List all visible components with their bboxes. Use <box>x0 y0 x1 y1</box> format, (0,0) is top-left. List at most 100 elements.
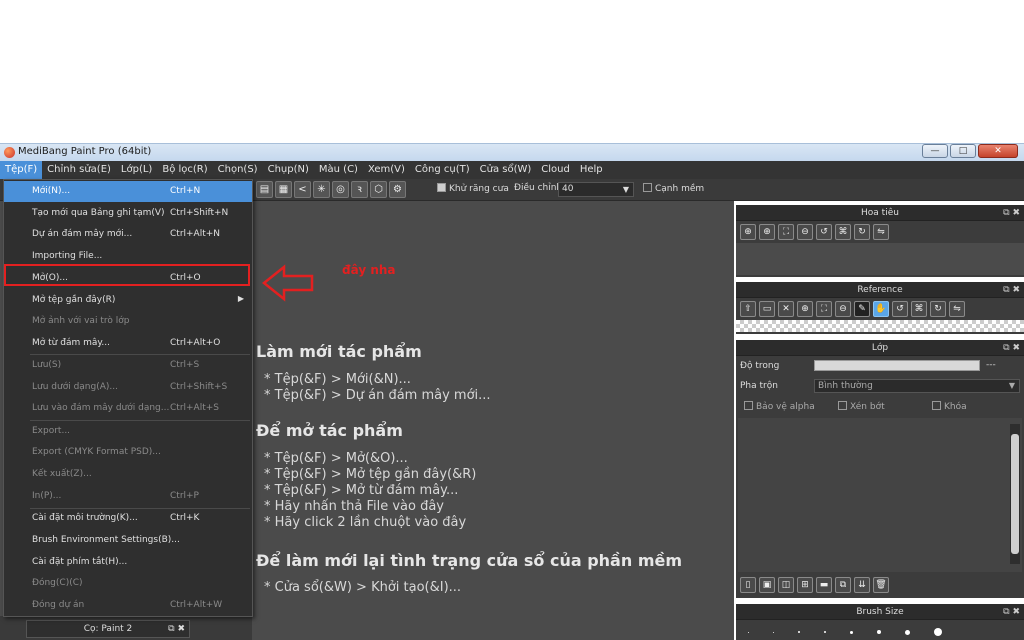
brush-size-option[interactable] <box>798 631 800 633</box>
panel-float-close-icon[interactable]: ⧉ ✖ <box>1003 604 1020 620</box>
help-new-section: Làm mới tác phẩm <box>256 342 422 371</box>
blend-mode-dropdown[interactable]: Bình thường ▼ <box>814 379 1020 393</box>
minimize-button[interactable]: — <box>922 144 948 158</box>
menu-file[interactable]: Tệp(F) <box>0 161 43 179</box>
menu-item-preferences[interactable]: Cài đặt môi trường(K)... Ctrl+K <box>4 508 252 529</box>
zoom-in-icon[interactable]: ⊕ <box>759 224 775 240</box>
new-halftone-layer-icon[interactable]: ▣ <box>759 577 775 593</box>
menu-item-close-project[interactable]: Đóng dự án Ctrl+Alt+W <box>4 595 252 616</box>
add-layer-menu-icon[interactable]: ⊞ <box>797 577 813 593</box>
duplicate-layer-icon[interactable]: ⧉ <box>835 577 851 593</box>
settings-icon[interactable]: ⚙ <box>389 181 406 198</box>
menu-item-new-cloud-project[interactable]: Dự án đám mây mới... Ctrl+Alt+N <box>4 224 252 245</box>
panel-float-close-icon[interactable]: ⧉ ✖ <box>1003 282 1020 298</box>
lock-checkbox[interactable]: Khóa <box>932 401 967 412</box>
menu-item-open-from-cloud[interactable]: Mở từ đám mây... Ctrl+Alt+O <box>4 333 252 354</box>
eyedropper-icon[interactable]: ✎ <box>854 301 870 317</box>
concentric-ruler-icon[interactable]: ◎ <box>332 181 349 198</box>
menu-tools[interactable]: Công cụ(T) <box>410 161 475 179</box>
menu-item-label: Dự án đám mây mới... <box>32 229 133 239</box>
menu-item-export[interactable]: Export... <box>4 421 252 442</box>
merge-layer-icon[interactable]: ⇊ <box>854 577 870 593</box>
rotate-left-icon[interactable]: ↺ <box>892 301 908 317</box>
zoom-in-icon[interactable]: ⊕ <box>740 224 756 240</box>
flip-icon[interactable]: ⇋ <box>949 301 965 317</box>
flip-icon[interactable]: ⇋ <box>873 224 889 240</box>
menu-item-new-from-clipboard[interactable]: Tạo mới qua Bảng ghi tạm(V) Ctrl+Shift+N <box>4 203 252 224</box>
menu-item-export-cmyk[interactable]: Export (CMYK Format PSD)... <box>4 442 252 463</box>
hatch-pattern-icon[interactable]: ▤ <box>256 181 273 198</box>
rotate-left-icon[interactable]: ↺ <box>816 224 832 240</box>
adjust-dropdown[interactable]: 40 ▼ <box>558 182 634 197</box>
fit-screen-icon[interactable]: ⛶ <box>816 301 832 317</box>
panel-float-close-icon[interactable]: ⧉ ✖ <box>168 621 185 637</box>
brush-size-option[interactable] <box>877 630 881 634</box>
menu-filter[interactable]: Bộ lọc(R) <box>157 161 212 179</box>
upload-icon[interactable]: ⇧ <box>740 301 756 317</box>
radial-ruler-icon[interactable]: ✳ <box>313 181 330 198</box>
opacity-slider[interactable] <box>814 360 980 371</box>
menu-item-shortcut-settings[interactable]: Cài đặt phím tắt(H)... <box>4 552 252 573</box>
menu-item-render[interactable]: Kết xuất(Z)... <box>4 464 252 485</box>
new-1bit-layer-icon[interactable]: ◫ <box>778 577 794 593</box>
menu-item-new[interactable]: Mới(N)... Ctrl+N <box>4 181 252 202</box>
close-icon[interactable]: ✕ <box>778 301 794 317</box>
opacity-label: Độ trong <box>740 361 780 371</box>
menu-item-save[interactable]: Lưu(S) Ctrl+S <box>4 355 252 376</box>
menu-item-open-as-layer[interactable]: Mở ảnh với vai trò lớp <box>4 311 252 332</box>
curve-ruler-icon[interactable]: ꝛ <box>351 181 368 198</box>
close-button[interactable]: ✕ <box>978 144 1018 158</box>
angle-ruler-icon[interactable]: < <box>294 181 311 198</box>
brush-size-option[interactable] <box>824 631 826 633</box>
reset-rotation-icon[interactable]: ⌘ <box>835 224 851 240</box>
menu-item-print[interactable]: In(P)... Ctrl+P <box>4 486 252 507</box>
brush-size-option[interactable] <box>934 628 942 636</box>
panel-float-close-icon[interactable]: ⧉ ✖ <box>1003 340 1020 356</box>
lock-label: Khóa <box>944 402 967 412</box>
checkbox-icon <box>838 401 847 410</box>
rotate-right-icon[interactable]: ↻ <box>930 301 946 317</box>
menu-layer[interactable]: Lớp(L) <box>116 161 157 179</box>
brush-size-option[interactable] <box>748 631 749 633</box>
menu-item-open-recent[interactable]: Mở tệp gần đây(R) ▶ <box>4 290 252 311</box>
folder-icon[interactable]: ▭ <box>759 301 775 317</box>
new-folder-icon[interactable]: ▬ <box>816 577 832 593</box>
menu-view[interactable]: Xem(V) <box>363 161 410 179</box>
menu-snap[interactable]: Chụp(N) <box>263 161 314 179</box>
brush-size-option[interactable] <box>773 631 774 633</box>
panel-float-close-icon[interactable]: ⧉ ✖ <box>1003 205 1020 221</box>
protect-alpha-checkbox[interactable]: Bảo vệ alpha <box>744 401 815 412</box>
menu-item-brush-settings[interactable]: Brush Environment Settings(B)... <box>4 530 252 551</box>
delete-layer-icon[interactable]: 🗑 <box>873 577 889 593</box>
layer-list-scrollbar[interactable] <box>1010 424 1020 564</box>
fit-screen-icon[interactable]: ⛶ <box>778 224 794 240</box>
menu-help[interactable]: Help <box>575 161 608 179</box>
reset-rotation-icon[interactable]: ⌘ <box>911 301 927 317</box>
menu-cloud[interactable]: Cloud <box>536 161 575 179</box>
layer-list[interactable] <box>738 418 1022 572</box>
zoom-in-icon[interactable]: ⊕ <box>797 301 813 317</box>
clipping-checkbox[interactable]: Xén bớt <box>838 401 885 412</box>
new-layer-icon[interactable]: ▯ <box>740 577 756 593</box>
menu-edit[interactable]: Chỉnh sửa(E) <box>42 161 116 179</box>
menu-window[interactable]: Cửa sổ(W) <box>475 161 537 179</box>
grid-pattern-icon[interactable]: ▦ <box>275 181 292 198</box>
maximize-button[interactable]: □ <box>950 144 976 158</box>
menu-color[interactable]: Màu (C) <box>314 161 363 179</box>
menu-item-shortcut: Ctrl+Alt+O <box>170 338 221 348</box>
hand-icon[interactable]: ✋ <box>873 301 889 317</box>
brush-panel-tab[interactable]: Cọ: Paint 2 ⧉ ✖ <box>26 620 190 638</box>
polygon-ruler-icon[interactable]: ⬡ <box>370 181 387 198</box>
zoom-out-icon[interactable]: ⊖ <box>797 224 813 240</box>
brush-size-option[interactable] <box>905 629 910 635</box>
brush-size-option[interactable] <box>850 630 853 634</box>
soft-edge-checkbox[interactable]: Cạnh mềm <box>643 183 704 194</box>
zoom-out-icon[interactable]: ⊖ <box>835 301 851 317</box>
menu-item-save-as[interactable]: Lưu dưới dạng(A)... Ctrl+Shift+S <box>4 377 252 398</box>
scrollbar-thumb[interactable] <box>1011 434 1019 554</box>
antialias-checkbox[interactable]: Khử răng cưa <box>437 183 509 194</box>
rotate-right-icon[interactable]: ↻ <box>854 224 870 240</box>
menu-item-save-cloud-as[interactable]: Lưu vào đám mây dưới dạng... Ctrl+Alt+S <box>4 398 252 419</box>
menu-select[interactable]: Chọn(S) <box>213 161 263 179</box>
menu-item-close[interactable]: Đóng(C)(C) <box>4 573 252 594</box>
